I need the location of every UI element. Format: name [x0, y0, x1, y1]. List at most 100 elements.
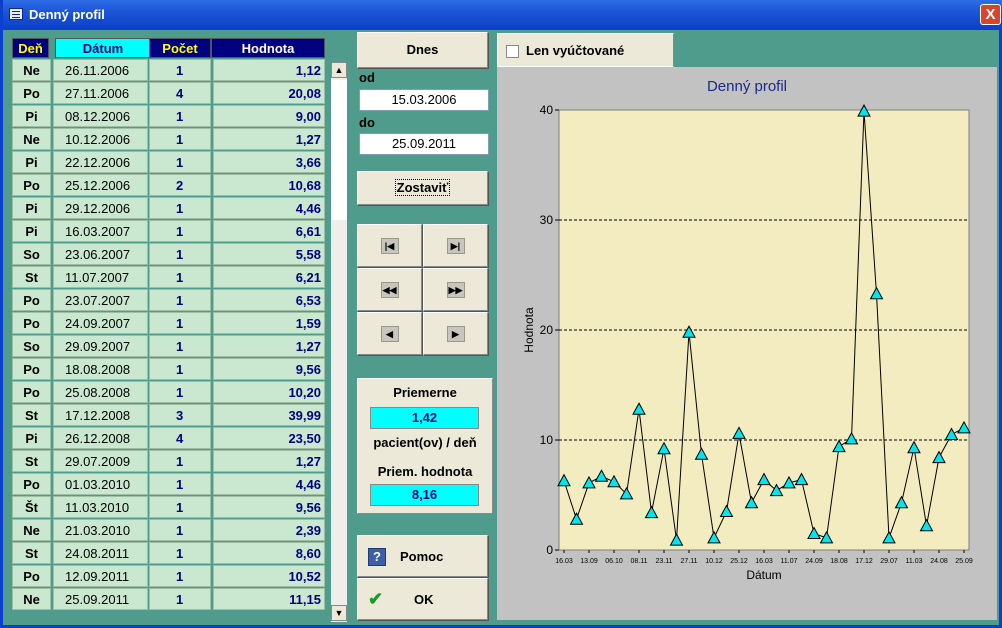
- page-forward-button[interactable]: ▶▶: [423, 268, 488, 311]
- next-record-button[interactable]: ▶: [423, 312, 488, 355]
- cell-den[interactable]: Po: [12, 565, 51, 587]
- cell-pocet[interactable]: 1: [149, 496, 211, 518]
- cell-den[interactable]: Ne: [12, 519, 51, 541]
- cell-pocet[interactable]: 1: [149, 59, 211, 81]
- cell-hodnota[interactable]: 6,53: [213, 289, 325, 311]
- cell-hodnota[interactable]: 10,52: [213, 565, 325, 587]
- previous-record-button[interactable]: ◀: [357, 312, 422, 355]
- cell-den[interactable]: Po: [12, 473, 51, 495]
- cell-den[interactable]: Pi: [12, 151, 51, 173]
- first-record-button[interactable]: |◀: [357, 224, 422, 267]
- table-row[interactable]: Po 27.11.2006 4 20,08: [12, 82, 325, 105]
- cell-den[interactable]: Po: [12, 358, 51, 380]
- table-row[interactable]: Ne 21.03.2010 1 2,39: [12, 519, 325, 542]
- cell-datum[interactable]: 12.09.2011: [53, 565, 148, 587]
- cell-hodnota[interactable]: 11,15: [213, 588, 325, 610]
- cell-datum[interactable]: 25.12.2006: [53, 174, 148, 196]
- cell-hodnota[interactable]: 4,46: [213, 197, 325, 219]
- cell-hodnota[interactable]: 9,00: [213, 105, 325, 127]
- cell-pocet[interactable]: 1: [149, 243, 211, 265]
- build-button[interactable]: Zostaviť: [357, 171, 488, 205]
- table-row[interactable]: Po 12.09.2011 1 10,52: [12, 565, 325, 588]
- table-row[interactable]: Pi 26.12.2008 4 23,50: [12, 427, 325, 450]
- cell-datum[interactable]: 29.09.2007: [53, 335, 148, 357]
- cell-datum[interactable]: 21.03.2010: [53, 519, 148, 541]
- ok-button[interactable]: ✔ OK: [357, 578, 488, 620]
- cell-datum[interactable]: 24.09.2007: [53, 312, 148, 334]
- table-row[interactable]: St 24.08.2011 1 8,60: [12, 542, 325, 565]
- cell-den[interactable]: Po: [12, 312, 51, 334]
- cell-pocet[interactable]: 1: [149, 519, 211, 541]
- title-bar[interactable]: Denný profil X: [3, 0, 1002, 30]
- table-scrollbar[interactable]: ▲ ▼: [331, 62, 347, 622]
- table-row[interactable]: Ne 26.11.2006 1 1,12: [12, 59, 325, 82]
- table-row[interactable]: St 11.07.2007 1 6,21: [12, 266, 325, 289]
- cell-den[interactable]: St: [12, 404, 51, 426]
- cell-datum[interactable]: 17.12.2008: [53, 404, 148, 426]
- column-header-den[interactable]: Deň: [12, 38, 49, 58]
- cell-hodnota[interactable]: 1,27: [213, 335, 325, 357]
- cell-hodnota[interactable]: 1,27: [213, 128, 325, 150]
- cell-den[interactable]: Pi: [12, 197, 51, 219]
- help-button[interactable]: ? Pomoc: [357, 535, 488, 577]
- cell-hodnota[interactable]: 6,21: [213, 266, 325, 288]
- cell-den[interactable]: Po: [12, 381, 51, 403]
- cell-hodnota[interactable]: 9,56: [213, 358, 325, 380]
- date-to-field[interactable]: 25.09.2011: [359, 133, 489, 155]
- scroll-up-arrow-icon[interactable]: ▲: [331, 62, 347, 78]
- cell-datum[interactable]: 23.06.2007: [53, 243, 148, 265]
- cell-den[interactable]: Ne: [12, 588, 51, 610]
- cell-pocet[interactable]: 1: [149, 312, 211, 334]
- table-row[interactable]: Pi 08.12.2006 1 9,00: [12, 105, 325, 128]
- cell-pocet[interactable]: 1: [149, 588, 211, 610]
- table-row[interactable]: Po 01.03.2010 1 4,46: [12, 473, 325, 496]
- table-row[interactable]: St 29.07.2009 1 1,27: [12, 450, 325, 473]
- cell-datum[interactable]: 24.08.2011: [53, 542, 148, 564]
- cell-den[interactable]: So: [12, 243, 51, 265]
- cell-datum[interactable]: 25.09.2011: [53, 588, 148, 610]
- cell-pocet[interactable]: 1: [149, 450, 211, 472]
- cell-pocet[interactable]: 1: [149, 220, 211, 242]
- scroll-down-arrow-icon[interactable]: ▼: [331, 605, 347, 621]
- table-row[interactable]: St 17.12.2008 3 39,99: [12, 404, 325, 427]
- page-back-button[interactable]: ◀◀: [357, 268, 422, 311]
- cell-datum[interactable]: 22.12.2006: [53, 151, 148, 173]
- cell-datum[interactable]: 16.03.2007: [53, 220, 148, 242]
- cell-datum[interactable]: 10.12.2006: [53, 128, 148, 150]
- cell-pocet[interactable]: 4: [149, 82, 211, 104]
- cell-den[interactable]: Po: [12, 174, 51, 196]
- cell-pocet[interactable]: 1: [149, 105, 211, 127]
- cell-pocet[interactable]: 4: [149, 427, 211, 449]
- cell-hodnota[interactable]: 9,56: [213, 496, 325, 518]
- cell-pocet[interactable]: 1: [149, 473, 211, 495]
- cell-pocet[interactable]: 1: [149, 381, 211, 403]
- table-row[interactable]: So 23.06.2007 1 5,58: [12, 243, 325, 266]
- date-from-field[interactable]: 15.03.2006: [359, 89, 489, 111]
- table-row[interactable]: Ne 10.12.2006 1 1,27: [12, 128, 325, 151]
- cell-datum[interactable]: 25.08.2008: [53, 381, 148, 403]
- cell-pocet[interactable]: 1: [149, 335, 211, 357]
- cell-pocet[interactable]: 1: [149, 266, 211, 288]
- column-header-datum[interactable]: Dátum: [55, 38, 151, 58]
- column-header-pocet[interactable]: Počet: [149, 38, 211, 58]
- cell-den[interactable]: Št: [12, 496, 51, 518]
- cell-hodnota[interactable]: 1,59: [213, 312, 325, 334]
- cell-hodnota[interactable]: 8,60: [213, 542, 325, 564]
- cell-den[interactable]: St: [12, 450, 51, 472]
- cell-pocet[interactable]: 1: [149, 128, 211, 150]
- cell-datum[interactable]: 26.11.2006: [53, 59, 148, 81]
- cell-den[interactable]: Ne: [12, 59, 51, 81]
- cell-den[interactable]: Pi: [12, 220, 51, 242]
- cell-pocet[interactable]: 1: [149, 289, 211, 311]
- cell-den[interactable]: St: [12, 542, 51, 564]
- cell-den[interactable]: So: [12, 335, 51, 357]
- table-row[interactable]: Pi 29.12.2006 1 4,46: [12, 197, 325, 220]
- close-button[interactable]: X: [980, 4, 1001, 25]
- cell-den[interactable]: Pi: [12, 427, 51, 449]
- last-record-button[interactable]: ▶|: [423, 224, 488, 267]
- cell-den[interactable]: Pi: [12, 105, 51, 127]
- cell-datum[interactable]: 18.08.2008: [53, 358, 148, 380]
- cell-datum[interactable]: 27.11.2006: [53, 82, 148, 104]
- table-row[interactable]: Po 24.09.2007 1 1,59: [12, 312, 325, 335]
- cell-hodnota[interactable]: 10,68: [213, 174, 325, 196]
